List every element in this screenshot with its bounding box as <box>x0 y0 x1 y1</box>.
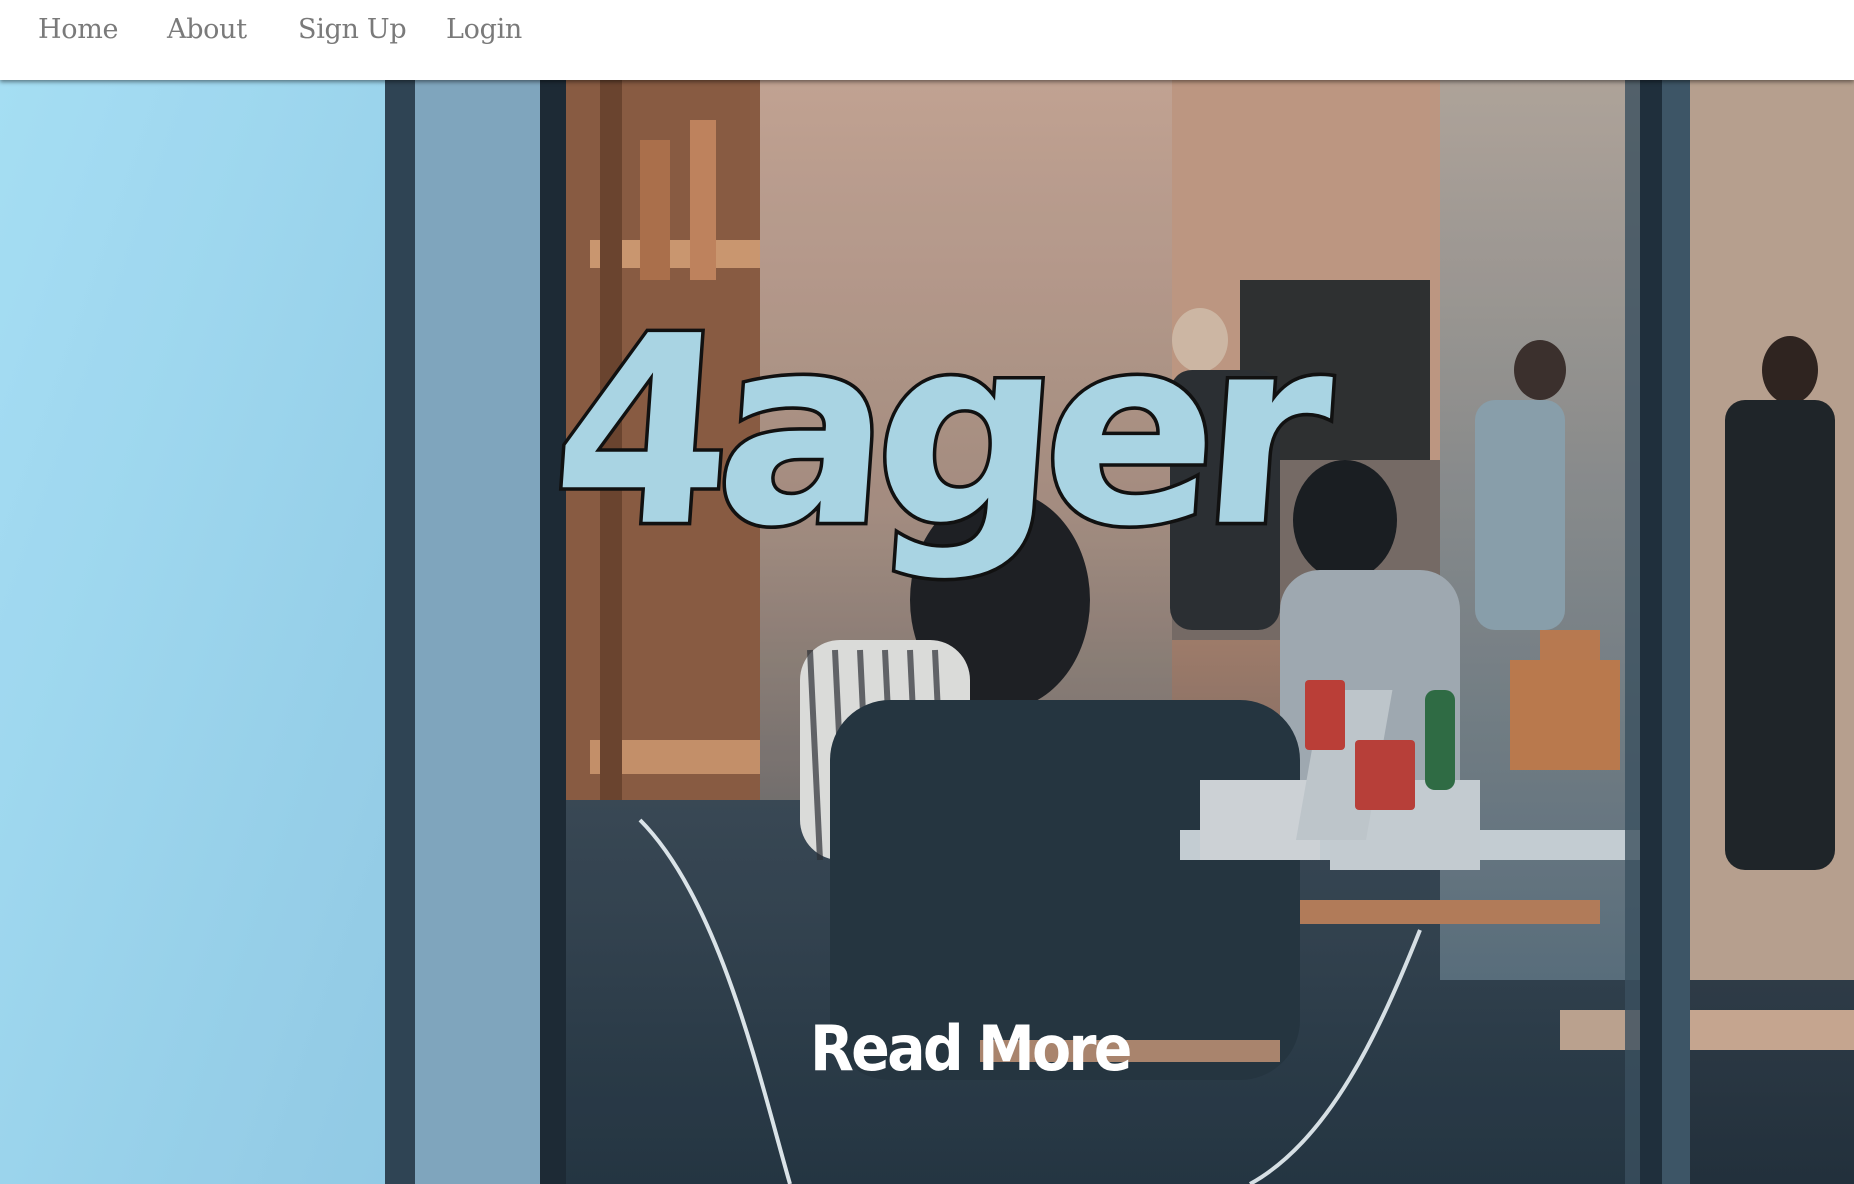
nav-link-login[interactable]: Login <box>446 10 522 50</box>
nav-link-about[interactable]: About <box>167 10 247 50</box>
nav-link-sign-up[interactable]: Sign Up <box>298 10 407 50</box>
read-more-link[interactable]: Read More <box>810 1018 1132 1080</box>
top-navbar: Home About Sign Up Login <box>0 0 1854 80</box>
nav-link-home[interactable]: Home <box>38 10 118 50</box>
hero-section: 4ager Read More <box>0 80 1854 1184</box>
hero-title-logo: 4ager <box>541 277 1330 587</box>
